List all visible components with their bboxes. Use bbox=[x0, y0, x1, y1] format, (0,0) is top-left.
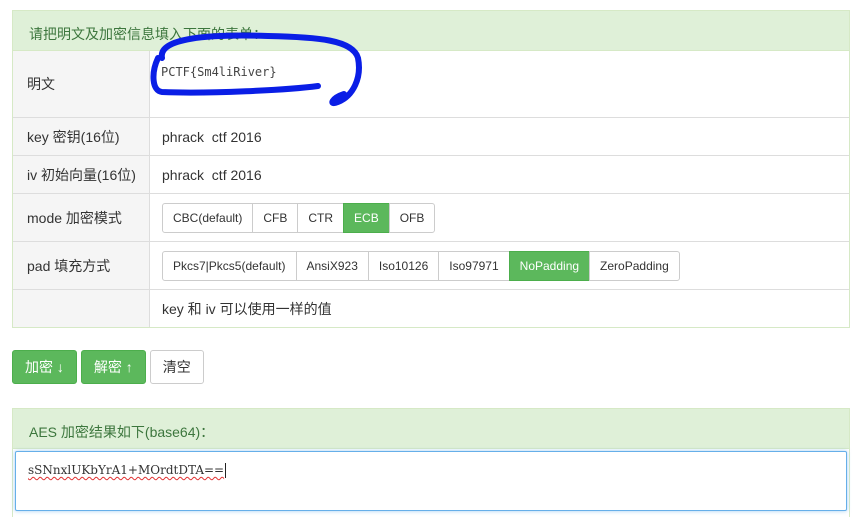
mode-option-ctr[interactable]: CTR bbox=[297, 202, 345, 233]
result-value: sSNnxlUKbYrA1+MOrdtDTA== bbox=[28, 463, 225, 477]
mode-label: mode 加密模式 bbox=[13, 194, 150, 241]
plaintext-label: 明文 bbox=[13, 51, 150, 117]
result-text-line: sSNnxlUKbYrA1+MOrdtDTA== bbox=[28, 463, 227, 478]
form-heading: 请把明文及加密信息填入下面的表单： bbox=[13, 11, 849, 51]
pad-option-zeropadding[interactable]: ZeroPadding bbox=[589, 250, 680, 281]
pad-row: pad 填充方式 Pkcs7|Pkcs5(default) AnsiX923 Iso… bbox=[13, 241, 849, 289]
plaintext-value: PCTF{Sm4liRiver} bbox=[161, 65, 277, 79]
pad-label: pad 填充方式 bbox=[13, 242, 150, 289]
iv-input[interactable]: phrack ctf 2016 bbox=[150, 156, 849, 193]
plaintext-textarea[interactable]: PCTF{Sm4liRiver} bbox=[150, 51, 849, 117]
mode-option-cbc-default[interactable]: CBC(default) bbox=[162, 202, 254, 233]
aes-form-panel: 请把明文及加密信息填入下面的表单： 明文 PCTF{Sm4liRiver} ke… bbox=[12, 10, 850, 328]
encrypt-button[interactable]: 加密 ↓ bbox=[12, 350, 77, 384]
pad-option-iso10126[interactable]: Iso10126 bbox=[367, 250, 440, 281]
result-panel: AES 加密结果如下(base64)： sSNnxlUKbYrA1+MOrdtD… bbox=[12, 408, 850, 517]
iv-label: iv 初始向量(16位) bbox=[13, 156, 150, 193]
pad-option-pkcs7-pkcs5-default[interactable]: Pkcs7|Pkcs5(default) bbox=[162, 250, 297, 281]
key-input[interactable]: phrack ctf 2016 bbox=[150, 118, 849, 155]
action-buttons: 加密 ↓ 解密 ↑ 清空 bbox=[12, 350, 204, 384]
pad-options: Pkcs7|Pkcs5(default) AnsiX923 Iso10126 Iso9… bbox=[150, 242, 849, 289]
note-text: key 和 iv 可以使用一样的值 bbox=[162, 300, 332, 317]
decrypt-button[interactable]: 解密 ↑ bbox=[80, 350, 146, 384]
mode-row: mode 加密模式 CBC(default) CFB CTR ECB OFB bbox=[13, 193, 849, 241]
pad-option-ansix923[interactable]: AnsiX923 bbox=[295, 250, 369, 281]
key-label: key 密钥(16位) bbox=[13, 118, 150, 155]
note-label-empty bbox=[13, 290, 150, 327]
mode-button-group: CBC(default) CFB CTR ECB OFB bbox=[162, 202, 436, 233]
iv-row: iv 初始向量(16位) phrack ctf 2016 bbox=[13, 155, 849, 193]
key-row: key 密钥(16位) phrack ctf 2016 bbox=[13, 117, 849, 155]
iv-value: phrack ctf 2016 bbox=[162, 166, 262, 183]
plaintext-row: 明文 PCTF{Sm4liRiver} bbox=[13, 51, 849, 117]
pad-button-group: Pkcs7|Pkcs5(default) AnsiX923 Iso10126 Iso9… bbox=[162, 250, 680, 281]
mode-option-ofb[interactable]: OFB bbox=[388, 202, 436, 233]
result-textarea[interactable]: sSNnxlUKbYrA1+MOrdtDTA== bbox=[15, 451, 847, 511]
mode-option-cfb[interactable]: CFB bbox=[252, 202, 299, 233]
mode-options: CBC(default) CFB CTR ECB OFB bbox=[150, 194, 849, 241]
pad-option-nopadding[interactable]: NoPadding bbox=[508, 250, 591, 281]
key-value: phrack ctf 2016 bbox=[162, 128, 262, 145]
result-heading: AES 加密结果如下(base64)： bbox=[13, 409, 849, 449]
pad-option-iso97971[interactable]: Iso97971 bbox=[438, 250, 510, 281]
clear-button[interactable]: 清空 bbox=[149, 350, 204, 384]
mode-option-ecb[interactable]: ECB bbox=[343, 202, 390, 233]
note-row: key 和 iv 可以使用一样的值 bbox=[13, 289, 849, 327]
text-caret bbox=[225, 463, 227, 478]
